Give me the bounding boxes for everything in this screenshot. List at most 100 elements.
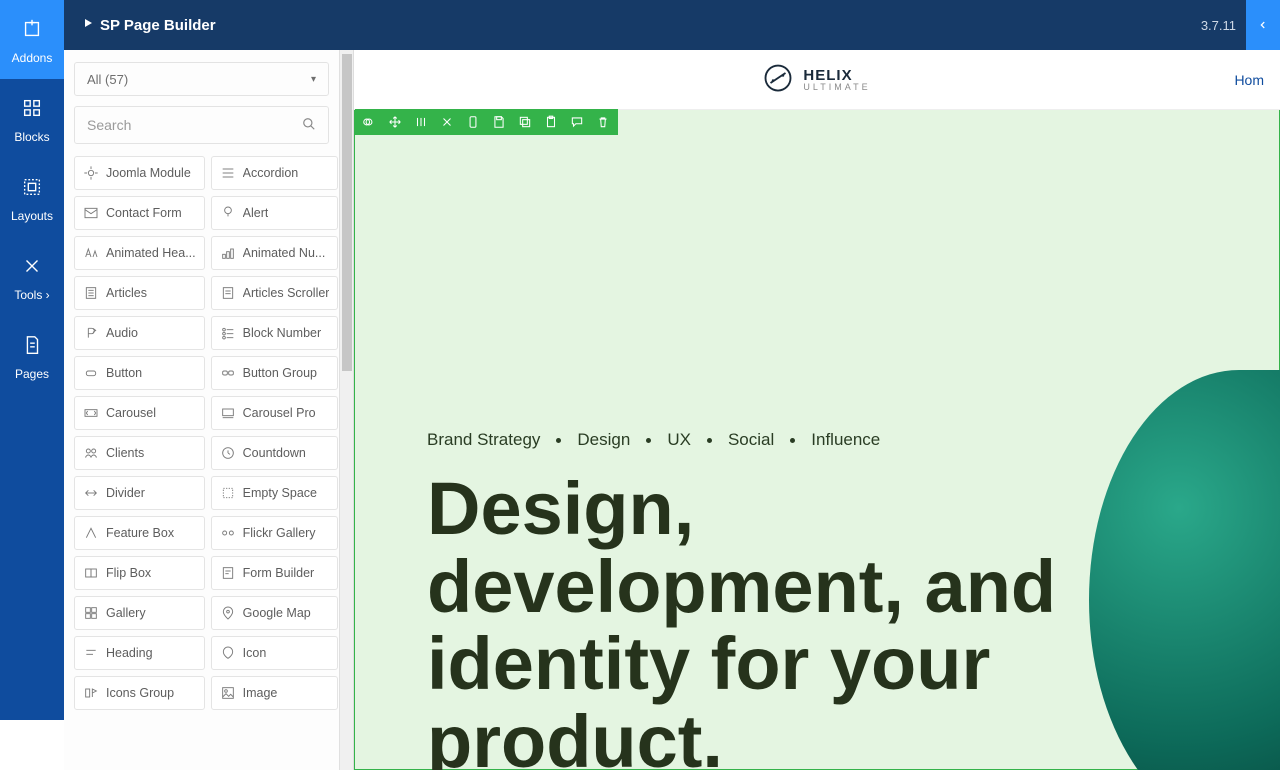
addon-item[interactable]: Image	[211, 676, 339, 710]
addons-icon	[0, 18, 64, 43]
canvas-header: HELIX ULTIMATE Hom	[354, 50, 1280, 110]
collapse-panel-button[interactable]	[1246, 0, 1280, 50]
save-icon[interactable]	[491, 114, 507, 130]
addon-item[interactable]: Button Group	[211, 356, 339, 390]
addon-item[interactable]: Form Builder	[211, 556, 339, 590]
hero-tags: Brand StrategyDesignUXSocialInfluence	[427, 430, 880, 450]
pages-icon	[0, 334, 64, 359]
columns-icon[interactable]	[413, 114, 429, 130]
addon-icon	[83, 325, 99, 341]
addon-item[interactable]: Alert	[211, 196, 339, 230]
canvas: HELIX ULTIMATE Hom	[354, 50, 1280, 770]
hero-section[interactable]: Brand StrategyDesignUXSocialInfluence De…	[354, 110, 1280, 770]
addon-label: Accordion	[243, 166, 299, 180]
addon-item[interactable]: Heading	[74, 636, 205, 670]
nav-tools[interactable]: Tools ›	[0, 237, 64, 316]
close-icon[interactable]	[439, 114, 455, 130]
nav-rail: Addons Blocks Layouts Tools › Pages	[0, 0, 64, 720]
addon-label: Carousel Pro	[243, 406, 316, 420]
addon-label: Heading	[106, 646, 153, 660]
device-icon[interactable]	[465, 114, 481, 130]
addon-item[interactable]: Animated Hea...	[74, 236, 205, 270]
addon-item[interactable]: Clients	[74, 436, 205, 470]
hero-tag: UX	[667, 430, 691, 450]
handle-icon[interactable]	[361, 114, 377, 130]
addon-icon	[220, 245, 236, 261]
addon-item[interactable]: Button	[74, 356, 205, 390]
nav-layouts[interactable]: Layouts	[0, 158, 64, 237]
addon-icon	[83, 165, 99, 181]
addon-icon	[220, 445, 236, 461]
addon-icon	[220, 565, 236, 581]
paste-icon[interactable]	[543, 114, 559, 130]
nav-home-link[interactable]: Hom	[1234, 72, 1264, 88]
app-title: SP Page Builder	[100, 17, 216, 34]
addon-label: Articles Scroller	[243, 286, 330, 300]
addon-icon	[83, 205, 99, 221]
addon-item[interactable]: Countdown	[211, 436, 339, 470]
filter-value: All (57)	[87, 72, 128, 87]
hero-tag: Influence	[811, 430, 880, 450]
addon-item[interactable]: Divider	[74, 476, 205, 510]
panel-scrollbar[interactable]	[340, 50, 354, 770]
workspace: All (57) Search Joomla Module Accordion Co…	[64, 50, 1280, 770]
addon-label: Image	[243, 686, 278, 700]
addon-item[interactable]: Articles	[74, 276, 205, 310]
move-icon[interactable]	[387, 114, 403, 130]
dot-separator	[646, 438, 651, 443]
hero-tag: Social	[728, 430, 774, 450]
app-version: 3.7.11	[1201, 18, 1236, 33]
nav-pages[interactable]: Pages	[0, 316, 64, 395]
addon-item[interactable]: Audio	[74, 316, 205, 350]
addon-label: Google Map	[243, 606, 311, 620]
hero-image-blob	[1089, 370, 1280, 770]
addon-label: Clients	[106, 446, 144, 460]
addon-item[interactable]: Contact Form	[74, 196, 205, 230]
addon-item[interactable]: Joomla Module	[74, 156, 205, 190]
addon-item[interactable]: Flickr Gallery	[211, 516, 339, 550]
addons-panel: All (57) Search Joomla Module Accordion Co…	[64, 50, 340, 770]
dot-separator	[790, 438, 795, 443]
addon-item[interactable]: Accordion	[211, 156, 339, 190]
addon-item[interactable]: Carousel	[74, 396, 205, 430]
addon-item[interactable]: Google Map	[211, 596, 339, 630]
addon-item[interactable]: Flip Box	[74, 556, 205, 590]
tools-icon	[0, 255, 64, 280]
addon-item[interactable]: Articles Scroller	[211, 276, 339, 310]
addon-icon	[83, 245, 99, 261]
search-placeholder: Search	[87, 117, 302, 133]
dot-separator	[707, 438, 712, 443]
nav-label: Pages	[15, 367, 49, 381]
hero-tag: Brand Strategy	[427, 430, 540, 450]
addon-item[interactable]: Icon	[211, 636, 339, 670]
addon-item[interactable]: Empty Space	[211, 476, 339, 510]
addon-label: Articles	[106, 286, 147, 300]
addon-label: Button Group	[243, 366, 317, 380]
nav-addons[interactable]: Addons	[0, 0, 64, 79]
addon-label: Countdown	[243, 446, 306, 460]
addon-item[interactable]: Icons Group	[74, 676, 205, 710]
copy-icon[interactable]	[517, 114, 533, 130]
nav-blocks[interactable]: Blocks	[0, 79, 64, 158]
addon-icon	[83, 605, 99, 621]
addon-filter-select[interactable]: All (57)	[74, 62, 329, 96]
addon-label: Feature Box	[106, 526, 174, 540]
trash-icon[interactable]	[595, 114, 611, 130]
search-icon	[302, 117, 316, 134]
addon-label: Icons Group	[106, 686, 174, 700]
addon-label: Icon	[243, 646, 267, 660]
addon-search-input[interactable]: Search	[74, 106, 329, 144]
addon-item[interactable]: Carousel Pro	[211, 396, 339, 430]
addon-icon	[83, 285, 99, 301]
dot-separator	[556, 438, 561, 443]
addon-item[interactable]: Feature Box	[74, 516, 205, 550]
addon-icon	[220, 485, 236, 501]
addon-icon	[220, 285, 236, 301]
addon-icon	[220, 605, 236, 621]
chat-icon[interactable]	[569, 114, 585, 130]
addon-item[interactable]: Animated Nu...	[211, 236, 339, 270]
scroll-thumb[interactable]	[342, 54, 352, 371]
addon-label: Form Builder	[243, 566, 315, 580]
addon-item[interactable]: Gallery	[74, 596, 205, 630]
addon-item[interactable]: Block Number	[211, 316, 339, 350]
